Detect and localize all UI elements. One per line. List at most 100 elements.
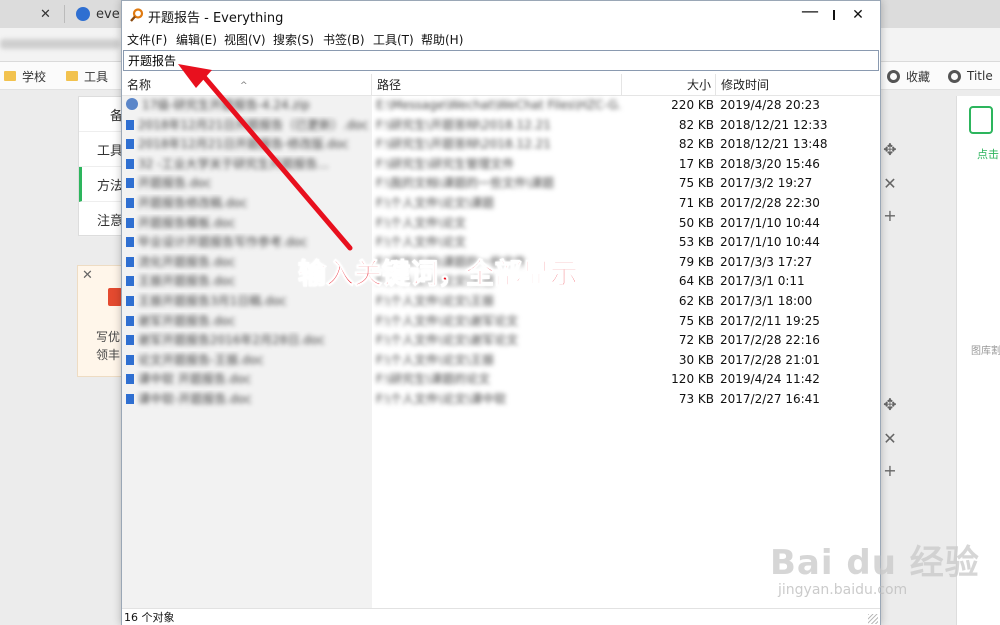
- sort-up-icon: ^: [240, 81, 248, 91]
- cell-name: 2018年12月21日开题报告（已更新）.doc: [126, 116, 372, 136]
- cell-path: E:\Message\Wechat\WeChat Files\HZC-G...: [376, 98, 620, 112]
- resize-grip[interactable]: [868, 614, 878, 624]
- table-row[interactable]: 开题报告模板.doc F:\个人文件\论文 50 KB 2017/1/10 10:44: [122, 214, 880, 234]
- annotation-text: 输入关键词，全部显示: [297, 257, 579, 291]
- menu-edit[interactable]: 编辑(E): [176, 31, 217, 48]
- menu-file[interactable]: 文件(F): [127, 31, 167, 48]
- table-row[interactable]: 开题报告.doc F:\我的文档\课题的一些文件\课题 75 KB 2017/3/2 …: [122, 174, 880, 194]
- page-left-menu: 备 工具 方法 注意: [78, 96, 124, 237]
- maximize-button[interactable]: [789, 1, 835, 29]
- cell-size: 79 KB: [678, 254, 714, 269]
- left-menu-item[interactable]: 工具: [79, 132, 123, 167]
- table-row[interactable]: 开题报告修改稿.doc F:\个人文件\论文\课题 71 KB 2017/2/28 2…: [122, 194, 880, 214]
- folder-icon: [4, 71, 16, 81]
- add-icon[interactable]: +: [880, 206, 900, 238]
- table-row[interactable]: 32 -工业大学关于研究生开题报告... F:\研究生\研究生管理文件 17 KB 2…: [122, 155, 880, 175]
- doc-file-icon: [126, 217, 134, 228]
- column-header-name[interactable]: 名称 ^: [122, 74, 372, 96]
- cell-modified: 2017/1/10 10:44: [720, 235, 820, 250]
- cell-size: 72 KB: [678, 333, 714, 348]
- file-name: 流化开题报告.doc: [138, 254, 236, 269]
- cell-modified: 2018/12/21 12:33: [720, 117, 828, 132]
- bookmark-title[interactable]: Title: [948, 62, 993, 90]
- gift-icon: [108, 288, 122, 306]
- file-name: 2018年12月21日开题报告（已更新）.doc: [138, 117, 369, 132]
- baidu-watermark: Bai du 经验 jingyan.baidu.com: [760, 520, 979, 610]
- column-header-modified[interactable]: 修改时间: [716, 74, 880, 96]
- cell-path: F:\我的文档\课题的一些文件\课题: [376, 176, 555, 191]
- bookmark-tools[interactable]: 工具: [66, 62, 108, 90]
- menu-bookmarks[interactable]: 书签(B): [323, 31, 365, 48]
- table-row[interactable]: 课中软 开题报告.doc F:\研究生\课题的论文 120 KB 2019/4/24 …: [122, 370, 880, 390]
- column-header-size[interactable]: 大小: [622, 74, 716, 96]
- doc-file-icon: [126, 374, 134, 385]
- right-panel-label-2: 图库割: [971, 346, 1000, 357]
- bookmark-label: 学校: [22, 69, 47, 84]
- cell-path: F:\研究生\开题答辩\2018.12.21: [376, 117, 551, 132]
- table-row[interactable]: 王振开题报告3月1日稿.doc F:\个人文件\论文\王振 62 KB 2017/3/…: [122, 292, 880, 312]
- cell-modified: 2017/3/2 19:27: [720, 176, 813, 191]
- object-count: 16 个对象: [124, 611, 175, 624]
- delete-icon[interactable]: ✕: [880, 429, 900, 461]
- cell-path: F:\个人文件\论文\谢军论文: [376, 313, 519, 328]
- column-header-path[interactable]: 路径: [372, 74, 622, 96]
- cell-name: 王振开题报告3月1日稿.doc: [126, 292, 372, 312]
- add-icon[interactable]: +: [880, 461, 900, 493]
- tab-divider: [64, 5, 65, 23]
- edit-icon[interactable]: [969, 106, 993, 134]
- cell-size: 62 KB: [678, 294, 714, 308]
- ad-close-icon[interactable]: ✕: [82, 268, 93, 283]
- title-bar[interactable]: 开题报告 - Everything — ✕: [122, 1, 880, 29]
- table-row[interactable]: 谢军开题报告2016年2月28日.doc F:\个人文件\论文\谢军论文 72 KB…: [122, 331, 880, 351]
- menu-help[interactable]: 帮助(H): [421, 31, 463, 48]
- cell-path: F:\个人文件\论文\王振: [376, 352, 495, 367]
- left-menu-item[interactable]: 方法: [79, 167, 123, 202]
- table-row[interactable]: 论文开题报告-王振.doc F:\个人文件\论文\王振 30 KB 2017/2/28…: [122, 351, 880, 371]
- left-menu-item[interactable]: 备: [79, 97, 123, 132]
- file-name: 王振开题报告3月1日稿.doc: [138, 294, 287, 308]
- column-header-row: 名称 ^ 路径 大小 修改时间: [122, 74, 880, 96]
- delete-icon[interactable]: ✕: [880, 174, 900, 206]
- menu-view[interactable]: 视图(V): [224, 31, 266, 48]
- doc-file-icon: [126, 276, 134, 287]
- menu-tools[interactable]: 工具(T): [373, 31, 414, 48]
- browser-tab[interactable]: eve: [76, 0, 120, 28]
- file-name: 2018年12月21日开题报告-修改版.doc: [138, 137, 349, 152]
- doc-file-icon: [126, 119, 134, 130]
- cell-size: 64 KB: [678, 274, 714, 289]
- table-row[interactable]: 17级-研究生开题报告-4.24.zip E:\Message\Wechat\We…: [122, 96, 880, 116]
- cell-name: 谢军开题报告.doc: [126, 312, 372, 332]
- cell-size: 30 KB: [678, 352, 714, 367]
- table-row[interactable]: 2018年12月21日开题报告（已更新）.doc F:\研究生\开题答辩\2018…: [122, 116, 880, 136]
- move-icon[interactable]: ✥: [880, 140, 900, 174]
- doc-file-icon: [126, 354, 134, 365]
- globe-icon: [948, 69, 961, 83]
- left-menu-item[interactable]: 注意: [79, 202, 123, 237]
- table-row[interactable]: 2018年12月21日开题报告-修改版.doc F:\研究生\开题答辩\2018.…: [122, 135, 880, 155]
- cell-path: F:\研究生\研究生管理文件: [376, 156, 515, 171]
- close-button[interactable]: ✕: [835, 1, 881, 29]
- move-icon[interactable]: ✥: [880, 395, 900, 429]
- cell-size: 82 KB: [678, 117, 714, 132]
- doc-file-icon: [126, 139, 134, 150]
- table-row[interactable]: 毕业设计开题报告写作参考.doc F:\个人文件\论文 53 KB 2017/1/10…: [122, 233, 880, 253]
- cell-modified: 2017/2/11 19:25: [720, 313, 820, 328]
- doc-file-icon: [126, 394, 134, 404]
- cell-size: 220 KB: [671, 98, 714, 112]
- cell-size: 120 KB: [671, 372, 714, 387]
- file-name: 开题报告模板.doc: [138, 215, 236, 230]
- table-row[interactable]: 谢军开题报告.doc F:\个人文件\论文\谢军论文 75 KB 2017/2/11 …: [122, 312, 880, 332]
- menu-search[interactable]: 搜索(S): [273, 31, 314, 48]
- folder-icon: [66, 71, 78, 81]
- cell-modified: 2017/2/28 21:01: [720, 352, 820, 367]
- bookmark-label: 收藏: [906, 69, 931, 84]
- bookmark-school[interactable]: 学校: [4, 62, 46, 90]
- table-row[interactable]: 课中软-开题报告.doc F:\个人文件\论文\课中软 73 KB 2017/2/27…: [122, 390, 880, 410]
- side-tools-bottom: ✥ ✕ +: [880, 395, 900, 493]
- cell-size: 17 KB: [678, 156, 714, 171]
- close-tab-icon[interactable]: ✕: [40, 0, 51, 28]
- side-tools-top: ✥ ✕ +: [880, 140, 900, 238]
- bookmark-favorites[interactable]: 收藏: [887, 62, 930, 90]
- doc-file-icon: [126, 198, 134, 208]
- search-input[interactable]: [123, 50, 879, 71]
